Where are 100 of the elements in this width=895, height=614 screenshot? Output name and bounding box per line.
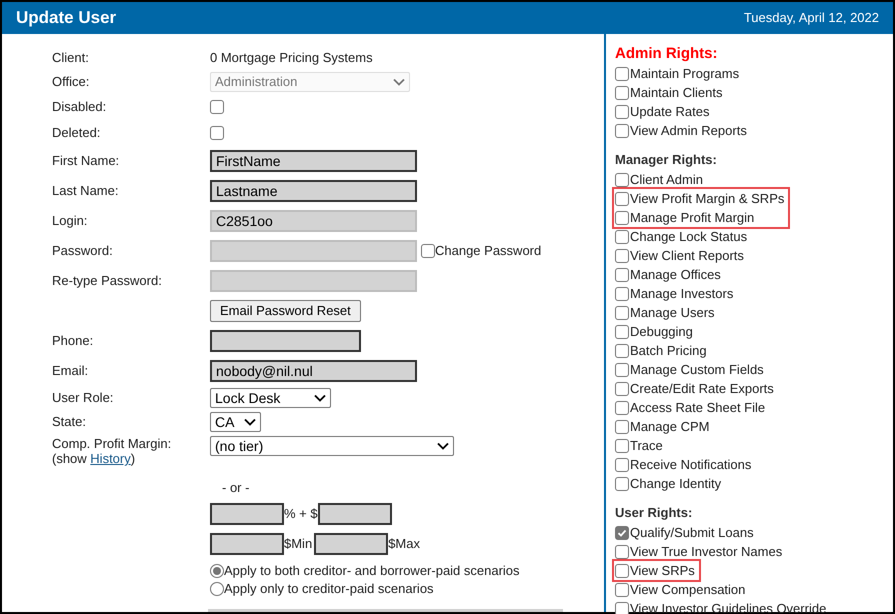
right-label: Manage Profit Margin (630, 208, 754, 227)
checkbox[interactable] (615, 382, 629, 396)
input-field[interactable] (314, 533, 388, 555)
right-label: Manage Users (630, 304, 715, 322)
checkbox[interactable] (615, 602, 629, 614)
checkbox[interactable] (615, 66, 629, 80)
checkbox[interactable] (615, 400, 629, 414)
min-unit: $Min (284, 535, 312, 554)
field-label: Last Name: (52, 183, 118, 198)
right-label: Change Identity (630, 474, 722, 493)
field-label: Email: (52, 363, 88, 378)
client-value: 0 Mortgage Pricing Systems (210, 49, 373, 68)
input-field[interactable]: nobody@nil.nul (210, 360, 417, 382)
checkbox[interactable] (615, 564, 629, 578)
field-label: Password: (52, 243, 113, 258)
right-label: View Client Reports (630, 246, 744, 265)
section-title: Manager Rights: (615, 151, 717, 170)
input-field[interactable]: C2851oo (210, 210, 417, 232)
select-field[interactable]: CA (210, 412, 261, 432)
field-label: User Role: (52, 390, 114, 406)
checkbox[interactable] (615, 104, 629, 118)
right-label: Maintain Clients (630, 84, 722, 102)
input-field[interactable] (318, 503, 392, 525)
checkbox[interactable] (615, 582, 629, 596)
email-reset-button[interactable]: Email Password Reset (210, 300, 361, 322)
checkbox[interactable] (615, 248, 629, 262)
checkbox[interactable] (615, 192, 629, 206)
radio-button[interactable] (210, 582, 224, 596)
right-label: View True Investor Names (630, 542, 782, 561)
select-field[interactable]: (no tier) (210, 436, 454, 456)
right-label: Debugging (630, 322, 693, 341)
caret-icon (244, 418, 256, 426)
input-field[interactable] (210, 533, 284, 555)
input-field[interactable] (210, 503, 284, 525)
right-label: Change Lock Status (630, 228, 748, 246)
section-title: User Rights: (615, 504, 692, 522)
history-link[interactable]: History (90, 451, 131, 466)
caret-icon (393, 78, 405, 86)
right-label: Update Rates (630, 102, 710, 121)
right-label: Manage Investors (630, 284, 734, 303)
radio-label: Apply to both creditor- and borrower-paid scenarios (224, 562, 520, 580)
checkbox[interactable] (615, 306, 629, 320)
checkbox[interactable] (615, 286, 629, 300)
checkbox[interactable] (615, 124, 629, 138)
select-field[interactable]: Lock Desk (210, 388, 331, 408)
field-label: Login: (52, 213, 88, 228)
right-label: Batch Pricing (630, 342, 707, 360)
caret-icon (437, 442, 449, 450)
field-label: Re-type Password: (52, 273, 162, 288)
field-label: Disabled: (52, 99, 106, 114)
input-field[interactable] (210, 330, 361, 352)
radio-label: Apply only to creditor-paid scenarios (224, 580, 434, 598)
field-label: Phone: (52, 333, 94, 348)
right-label: Manage Offices (630, 266, 721, 284)
checkbox[interactable] (615, 86, 629, 100)
change-password-label: Change Password (435, 242, 542, 260)
checkbox[interactable] (210, 100, 224, 114)
right-label: Create/Edit Rate Exports (630, 380, 774, 398)
input-field[interactable] (210, 270, 417, 292)
field-label: Client: (52, 50, 89, 66)
right-label: View Admin Reports (630, 122, 747, 140)
input-field[interactable]: Lastname (210, 180, 417, 202)
right-label: View Compensation (630, 580, 746, 599)
input-field[interactable]: FirstName (210, 150, 417, 172)
checkbox[interactable] (615, 230, 629, 244)
checkbox[interactable] (615, 324, 629, 338)
history-note: (show History) (52, 451, 136, 466)
right-label: View Profit Margin & SRPs (630, 190, 784, 208)
checkbox[interactable] (615, 526, 629, 540)
section-title: Admin Rights: (615, 44, 718, 64)
checkbox[interactable] (615, 420, 629, 434)
right-label: Access Rate Sheet File (630, 398, 766, 417)
right-label: Manage CPM (630, 418, 710, 436)
field-label: State: (52, 414, 86, 430)
checkbox[interactable] (615, 476, 629, 490)
right-label: View SRPs (630, 562, 695, 580)
page-title: Update User (16, 7, 116, 30)
right-label: View Investor Guidelines Override (630, 600, 826, 614)
field-label: Office: (52, 74, 90, 90)
field-label: Deleted: (52, 125, 100, 140)
checkbox[interactable] (615, 172, 629, 186)
date-label: Tuesday, April 12, 2022 (744, 9, 879, 28)
checkbox[interactable] (615, 210, 629, 224)
radio-button[interactable] (210, 564, 224, 578)
checkbox[interactable] (615, 362, 629, 376)
right-label: Receive Notifications (630, 456, 752, 474)
max-unit: $Max (388, 535, 420, 554)
checkbox[interactable] (421, 244, 435, 258)
checkbox[interactable] (615, 438, 629, 452)
percent-unit: % + $ (284, 505, 318, 524)
checkbox[interactable] (615, 344, 629, 358)
checkbox[interactable] (210, 126, 224, 140)
right-label: Maintain Programs (630, 64, 740, 83)
checkbox[interactable] (615, 268, 629, 282)
right-label: Trace (630, 436, 663, 455)
or-separator: - or - (221, 479, 250, 496)
checkbox[interactable] (615, 544, 629, 558)
checkbox[interactable] (615, 458, 629, 472)
input-field[interactable] (210, 240, 417, 262)
right-label: Qualify/Submit Loans (630, 524, 754, 542)
